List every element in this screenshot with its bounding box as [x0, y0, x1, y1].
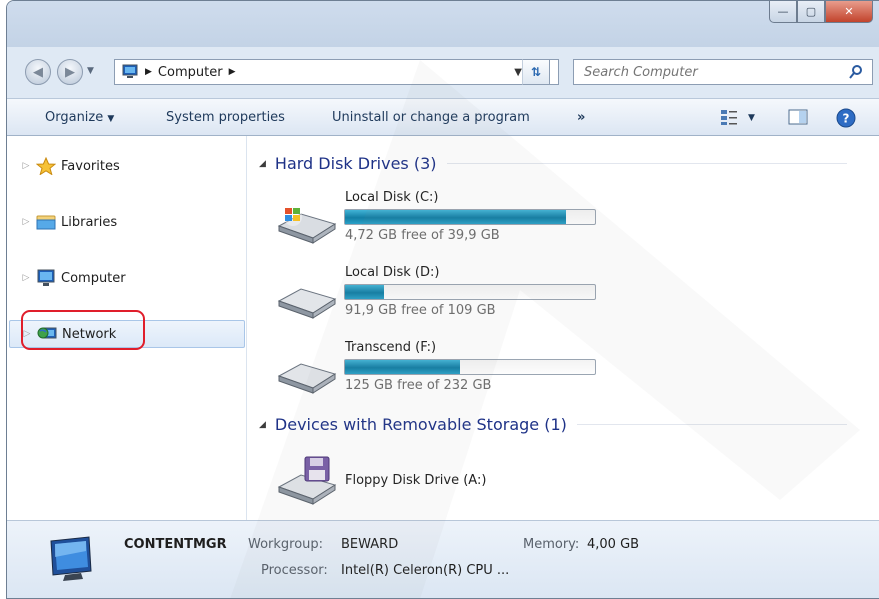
memory-value: 4,00 GB	[587, 537, 640, 552]
forward-button[interactable]: ▶	[57, 59, 83, 85]
computer-name: CONTENTMGR	[124, 537, 227, 552]
group-header-removable[interactable]: ◢ Devices with Removable Storage (1)	[259, 415, 847, 434]
chevron-down-icon: ▼	[107, 114, 115, 124]
nav-item-favorites[interactable]: ▷ Favorites	[9, 152, 245, 180]
change-view-icon[interactable]	[720, 108, 738, 126]
navigation-row: ◀ ▶ ▼ ▶ Computer ▶ ▼ ⇅	[7, 57, 879, 89]
computer-icon	[50, 536, 92, 581]
library-folder-icon	[35, 213, 57, 231]
drive-free-space: 91,9 GB free of 109 GB	[345, 303, 496, 318]
drive-free-space: 4,72 GB free of 39,9 GB	[345, 228, 500, 243]
refresh-icon: ⇅	[530, 65, 542, 79]
minimize-button[interactable]: —	[769, 1, 797, 23]
back-button[interactable]: ◀	[25, 59, 51, 85]
nav-item-libraries[interactable]: ▷ Libraries	[9, 208, 245, 236]
nav-item-label: Favorites	[61, 158, 120, 174]
command-bar: Organize ▼ System properties Uninstall o…	[7, 98, 879, 136]
nav-item-label: Computer	[61, 270, 126, 286]
group-divider	[576, 424, 847, 425]
maximize-button[interactable]: ▢	[797, 1, 825, 23]
window-controls: — ▢ ✕	[769, 1, 873, 23]
network-highlight-circle	[21, 310, 145, 350]
disk-usage-fill	[345, 360, 461, 374]
recent-pages-dropdown-icon[interactable]: ▼	[87, 66, 94, 76]
explorer-window: — ▢ ✕ ◀ ▶ ▼ ▶ Computer ▶ ▼ ⇅ Organize ▼ …	[6, 0, 879, 599]
address-bar[interactable]: ▶ Computer ▶ ▼	[114, 59, 559, 85]
search-icon[interactable]	[848, 64, 864, 80]
disk-usage-fill	[345, 285, 385, 299]
drive-name: Floppy Disk Drive (A:)	[345, 473, 487, 488]
search-input[interactable]	[582, 63, 826, 81]
breadcrumb-separator-icon[interactable]: ▶	[145, 67, 152, 77]
drive-name: Local Disk (D:)	[345, 265, 440, 280]
uninstall-program-button[interactable]: Uninstall or change a program	[332, 110, 530, 125]
organize-label: Organize	[45, 110, 104, 125]
drive-free-space: 125 GB free of 232 GB	[345, 378, 492, 393]
disk-usage-fill	[345, 210, 566, 224]
content-pane: ◢ Hard Disk Drives (3) Local Disk (C:) 4…	[247, 136, 879, 520]
more-commands-button[interactable]: »	[577, 110, 585, 125]
nav-item-computer[interactable]: ▷ Computer	[9, 264, 245, 292]
computer-icon	[35, 269, 57, 287]
breadcrumb-separator-icon[interactable]: ▶	[229, 67, 236, 77]
collapse-triangle-icon[interactable]: ◢	[259, 159, 266, 169]
collapse-triangle-icon[interactable]: ◢	[259, 420, 266, 430]
organize-button[interactable]: Organize ▼	[45, 110, 114, 125]
group-header-hard-disks[interactable]: ◢ Hard Disk Drives (3)	[259, 154, 847, 173]
title-bar[interactable]: — ▢ ✕	[7, 1, 879, 47]
group-header-label: Hard Disk Drives (3)	[274, 154, 437, 173]
help-icon[interactable]: ?	[836, 108, 856, 128]
expand-arrow-icon[interactable]: ▷	[19, 273, 33, 283]
star-icon	[35, 157, 57, 175]
refresh-button[interactable]: ⇅	[522, 59, 550, 85]
windows-drive-icon	[277, 208, 337, 244]
floppy-drive-icon	[277, 456, 337, 505]
drive-name: Transcend (F:)	[345, 340, 437, 355]
disk-usage-bar	[344, 209, 596, 225]
expand-arrow-icon[interactable]: ▷	[19, 217, 33, 227]
workgroup-label: Workgroup:	[248, 537, 324, 552]
group-header-label: Devices with Removable Storage (1)	[274, 415, 567, 434]
breadcrumb-computer[interactable]: Computer	[158, 65, 223, 80]
computer-icon	[122, 64, 138, 78]
hard-drive-icon	[277, 288, 337, 319]
memory-label: Memory:	[523, 537, 580, 552]
system-properties-button[interactable]: System properties	[166, 110, 285, 125]
view-options-dropdown-icon[interactable]: ▼	[748, 113, 755, 123]
hard-drive-icon	[277, 363, 337, 394]
drive-name: Local Disk (C:)	[345, 190, 439, 205]
svg-text:?: ?	[843, 112, 850, 126]
workgroup-value: BEWARD	[341, 537, 399, 552]
processor-label: Processor:	[261, 563, 328, 578]
close-button[interactable]: ✕	[825, 1, 873, 23]
nav-item-label: Libraries	[61, 214, 118, 230]
disk-usage-bar	[344, 284, 596, 300]
group-divider	[446, 163, 847, 164]
preview-pane-icon[interactable]	[788, 108, 808, 126]
processor-value: Intel(R) Celeron(R) CPU ...	[341, 563, 510, 578]
expand-arrow-icon[interactable]: ▷	[19, 161, 33, 171]
search-box[interactable]	[573, 59, 873, 85]
details-pane: CONTENTMGR Workgroup: BEWARD Memory: 4,0…	[7, 520, 879, 598]
address-dropdown-icon[interactable]: ▼	[514, 67, 522, 78]
disk-usage-bar	[344, 359, 596, 375]
